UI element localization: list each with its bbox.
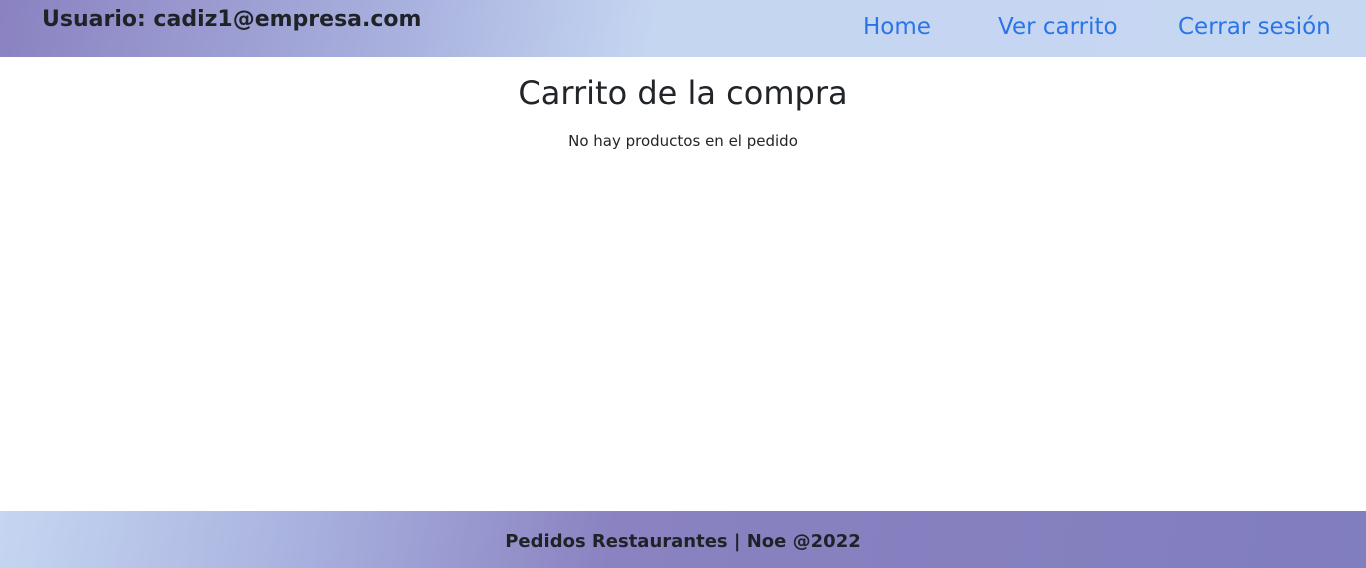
empty-cart-message: No hay productos en el pedido <box>568 132 798 150</box>
nav-home-link[interactable]: Home <box>863 14 931 40</box>
footer: Pedidos Restaurantes | Noe @2022 <box>0 511 1366 568</box>
nav-cart-link[interactable]: Ver carrito <box>998 14 1118 40</box>
user-label: Usuario: cadiz1@empresa.com <box>42 7 422 32</box>
nav-logout-link[interactable]: Cerrar sesión <box>1178 14 1331 40</box>
top-navbar: Usuario: cadiz1@empresa.com Home Ver car… <box>0 0 1366 57</box>
page: Usuario: cadiz1@empresa.com Home Ver car… <box>0 0 1366 568</box>
page-title: Carrito de la compra <box>518 74 848 112</box>
footer-text: Pedidos Restaurantes | Noe @2022 <box>505 531 861 552</box>
